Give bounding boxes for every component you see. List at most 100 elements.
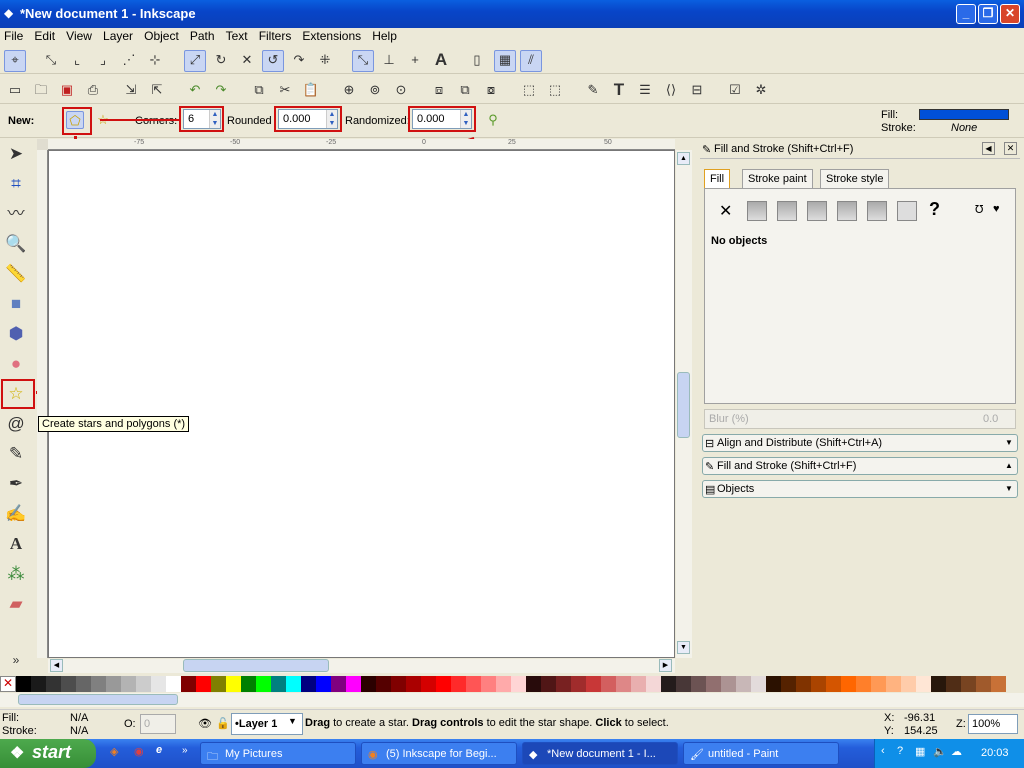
snap-bbox-corner-icon[interactable]: ⌟ [94, 51, 112, 69]
dock-align-distribute[interactable]: ⊟ Align and Distribute (Shift+Ctrl+A) ▼ [702, 434, 1018, 452]
palette-swatch[interactable] [106, 676, 121, 692]
palette-swatch[interactable] [301, 676, 316, 692]
palette-swatch[interactable] [841, 676, 856, 692]
align-distribute-icon[interactable]: ⊟ [688, 81, 706, 99]
task-firefox[interactable]: ◉ (5) Inkscape for Begi... [361, 742, 517, 765]
new-document-icon[interactable]: ▭ [6, 81, 24, 99]
no-paint-swatch[interactable]: ✕ [0, 676, 16, 692]
selector-tool-icon[interactable]: ➤ [4, 142, 28, 166]
palette-swatch[interactable] [661, 676, 676, 692]
fill-stroke-dialog-icon[interactable]: ✎ [584, 81, 602, 99]
copy-icon[interactable]: ⧉ [250, 81, 268, 99]
layer-dropdown[interactable]: •Layer 1 ▼ [231, 713, 303, 735]
snap-nodes-icon[interactable]: ⤢ [184, 50, 206, 72]
palette-swatch[interactable] [481, 676, 496, 692]
palette-swatch[interactable] [196, 676, 211, 692]
menu-text[interactable]: Text [222, 28, 252, 44]
palette-swatch[interactable] [211, 676, 226, 692]
panel-close-button[interactable]: ✕ [1004, 142, 1017, 155]
palette-swatch[interactable] [121, 676, 136, 692]
palette-swatch[interactable] [166, 676, 181, 692]
export-icon[interactable]: ⇱ [148, 81, 166, 99]
tray-hide-icon[interactable]: ‹ [881, 745, 885, 757]
snap-bbox-icon[interactable]: ⤡ [42, 51, 60, 69]
reset-defaults-icon[interactable]: ⚲ [484, 111, 502, 129]
palette-swatch[interactable] [646, 676, 661, 692]
snap-bbox-midpoint-icon[interactable]: ⋰ [120, 51, 138, 69]
palette-swatch[interactable] [511, 676, 526, 692]
horizontal-scrollbar[interactable]: ◀ ▶ [48, 659, 675, 673]
fill-color-swatch[interactable] [919, 109, 1009, 120]
palette-swatch[interactable] [601, 676, 616, 692]
palette-swatch[interactable] [46, 676, 61, 692]
tweak-tool-icon[interactable]: 〰 [4, 202, 28, 226]
palette-swatch[interactable] [136, 676, 151, 692]
menu-path[interactable]: Path [186, 28, 219, 44]
palette-swatch[interactable] [451, 676, 466, 692]
rectangle-tool-icon[interactable]: ■ [4, 292, 28, 316]
radial-gradient-icon[interactable] [807, 201, 827, 221]
calligraphy-tool-icon[interactable]: ✍ [4, 502, 28, 526]
zoom-field[interactable]: 100% [968, 714, 1018, 734]
text-tool-icon[interactable]: A [4, 532, 28, 556]
xml-editor-icon[interactable]: ⟨⟩ [662, 81, 680, 99]
redo-icon[interactable]: ↷ [212, 81, 230, 99]
palette-swatch[interactable] [826, 676, 841, 692]
pencil-tool-icon[interactable]: ✎ [4, 442, 28, 466]
pen-tool-icon[interactable]: ✒ [4, 472, 28, 496]
palette-swatch[interactable] [31, 676, 46, 692]
palette-swatch[interactable] [406, 676, 421, 692]
snap-text-baseline-icon[interactable]: A [432, 51, 450, 69]
scroll-up-arrow-icon[interactable]: ▲ [677, 152, 690, 165]
palette-swatch[interactable] [961, 676, 976, 692]
star-tool-icon[interactable]: ☆ [4, 382, 28, 406]
palette-swatch[interactable] [256, 676, 271, 692]
paste-icon[interactable]: 📋 [302, 81, 320, 99]
tray-volume-icon[interactable]: 🔈 [933, 745, 947, 758]
snap-guides-icon[interactable]: ⫽ [520, 50, 542, 72]
zoom-tool-icon[interactable]: 🔍 [4, 232, 28, 256]
dock-objects[interactable]: ▤ Objects ▼ [702, 480, 1018, 498]
palette-swatch[interactable] [271, 676, 286, 692]
tray-help-icon[interactable]: ? [897, 745, 903, 757]
task-inkscape[interactable]: ◆ *New document 1 - I... [522, 742, 678, 765]
task-paint[interactable]: 🖌 untitled - Paint [683, 742, 839, 765]
snap-intersection-icon[interactable]: ✕ [238, 51, 256, 69]
menu-layer[interactable]: Layer [99, 28, 137, 44]
corners-spinbox[interactable]: 6 ▲ ▼ [183, 109, 221, 129]
palette-swatch[interactable] [781, 676, 796, 692]
measure-tool-icon[interactable]: 📏 [4, 262, 28, 286]
palette-swatch[interactable] [871, 676, 886, 692]
rounded-spin-arrows[interactable]: ▲ ▼ [326, 110, 337, 128]
layers-dialog-icon[interactable]: ☰ [636, 81, 654, 99]
undo-icon[interactable]: ↶ [186, 81, 204, 99]
palette-swatch[interactable] [916, 676, 931, 692]
palette-swatch[interactable] [541, 676, 556, 692]
palette-swatch[interactable] [931, 676, 946, 692]
snap-smooth-nodes-icon[interactable]: ↺ [262, 50, 284, 72]
menu-object[interactable]: Object [140, 28, 183, 44]
snap-bbox-center-icon[interactable]: ⊹ [146, 51, 164, 69]
palette-swatch[interactable] [946, 676, 961, 692]
horizontal-scroll-thumb[interactable] [183, 659, 329, 672]
scroll-right-arrow-icon[interactable]: ▶ [659, 659, 672, 672]
randomized-spin-arrows[interactable]: ▲ ▼ [460, 110, 471, 128]
palette-swatch[interactable] [901, 676, 916, 692]
palette-swatch[interactable] [16, 676, 31, 692]
palette-swatch[interactable] [436, 676, 451, 692]
snap-toggle-icon[interactable]: ⌖ [4, 50, 26, 72]
spiral-tool-icon[interactable]: @ [4, 412, 28, 436]
zoom-drawing-icon[interactable]: ⊚ [366, 81, 384, 99]
palette-swatch[interactable] [856, 676, 871, 692]
3d-box-tool-icon[interactable]: ⬢ [4, 322, 28, 346]
maximize-button[interactable]: ❐ [978, 4, 998, 24]
dock-fill-stroke[interactable]: ✎ Fill and Stroke (Shift+Ctrl+F) ▲ [702, 457, 1018, 475]
start-button[interactable]: ❖ start [0, 739, 96, 768]
palette-swatch[interactable] [151, 676, 166, 692]
palette-swatch[interactable] [361, 676, 376, 692]
palette-swatch[interactable] [991, 676, 1006, 692]
quicklaunch-chrome-icon[interactable]: ◉ [134, 745, 144, 758]
palette-swatch[interactable] [241, 676, 256, 692]
tray-network-icon[interactable]: ▦ [915, 745, 925, 758]
scroll-left-arrow-icon[interactable]: ◀ [50, 659, 63, 672]
